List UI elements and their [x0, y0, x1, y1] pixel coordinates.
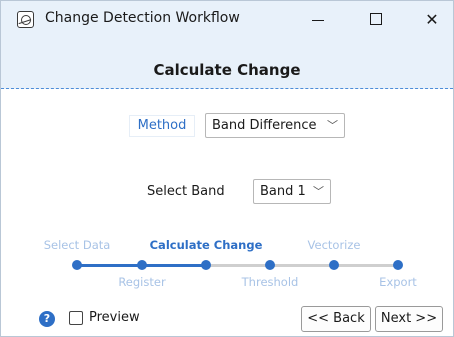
next-button[interactable]: Next >>: [375, 306, 443, 332]
method-label: Method: [129, 115, 195, 137]
step-title: Calculate Change: [153, 61, 301, 79]
progress-segment: [206, 264, 270, 267]
band-select-value: Band 1: [260, 184, 306, 199]
step-dot: [72, 260, 82, 270]
preview-label: Preview: [89, 310, 140, 325]
progress-segment: [270, 264, 334, 267]
step-dot: [329, 260, 339, 270]
step-header: Calculate Change: [1, 37, 453, 89]
workflow-progress: Select Data Register Calculate Change Th…: [1, 231, 453, 291]
step-dot: [137, 260, 147, 270]
step-label-threshold: Threshold: [241, 275, 299, 289]
progress-segment: [334, 264, 398, 267]
method-select[interactable]: Band Difference ﹀: [205, 113, 345, 138]
minimize-button[interactable]: [295, 1, 341, 37]
footer: ? Preview << Back Next >>: [1, 299, 453, 337]
close-button[interactable]: ✕: [409, 1, 454, 37]
preview-checkbox[interactable]: [69, 311, 83, 325]
step-dot: [201, 260, 211, 270]
step-dot: [265, 260, 275, 270]
window-title: Change Detection Workflow: [45, 10, 240, 26]
step-label-calculate-change: Calculate Change: [149, 238, 263, 252]
chevron-down-icon: ﹀: [327, 119, 338, 132]
select-band-label: Select Band: [147, 184, 225, 199]
chevron-down-icon: ﹀: [313, 185, 324, 198]
app-icon: [17, 11, 34, 28]
step-dot: [393, 260, 403, 270]
maximize-button[interactable]: [353, 1, 399, 37]
close-icon: ✕: [425, 9, 439, 29]
step-label-vectorize: Vectorize: [307, 238, 361, 252]
step-label-register: Register: [118, 275, 166, 289]
step-label-export: Export: [379, 275, 417, 289]
progress-segment: [142, 264, 206, 267]
step-label-select-data: Select Data: [43, 238, 111, 252]
help-icon[interactable]: ?: [39, 311, 55, 327]
back-button[interactable]: << Back: [301, 306, 371, 332]
method-select-value: Band Difference: [212, 118, 317, 133]
minimize-icon: [312, 19, 324, 21]
progress-segment: [77, 264, 142, 267]
maximize-icon: [370, 13, 382, 25]
change-detection-window: Change Detection Workflow ✕ Calculate Ch…: [0, 0, 454, 337]
title-bar: Change Detection Workflow ✕: [1, 1, 453, 37]
band-select[interactable]: Band 1 ﹀: [253, 179, 331, 204]
